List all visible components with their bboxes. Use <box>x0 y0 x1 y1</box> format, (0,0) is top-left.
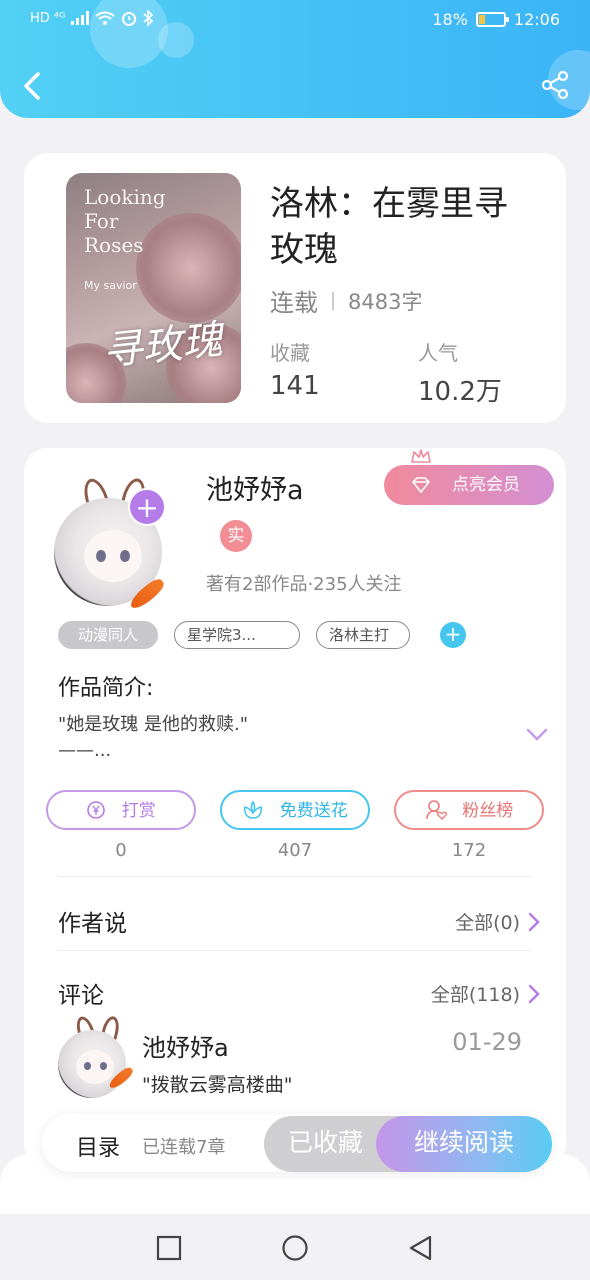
comment-text: "拨散云雾高楼曲" <box>142 1074 293 1096</box>
divider <box>58 876 532 877</box>
battery-icon <box>475 12 509 27</box>
avatar-eye <box>84 1062 91 1070</box>
add-tag-button[interactable]: + <box>440 622 466 648</box>
cover-title-en: Looking For Roses <box>84 185 166 257</box>
avatar-eye <box>96 550 106 562</box>
word-count: 8483字 <box>348 289 423 314</box>
continue-reading-button[interactable]: 继续阅读 <box>376 1116 552 1172</box>
book-cover[interactable]: Looking For Roses My savior 寻玫瑰 <box>66 173 241 403</box>
author-name: 池妤妤a <box>206 475 304 506</box>
home-icon[interactable] <box>281 1234 309 1262</box>
fans-rank-label: 粉丝榜 <box>462 801 514 821</box>
alarm-icon <box>122 12 137 26</box>
avatar-eye <box>100 1062 107 1070</box>
fans-count: 172 <box>451 840 487 861</box>
chevron-right-icon <box>528 912 540 931</box>
send-flower-button[interactable]: 免费送花 <box>220 790 370 830</box>
comment-avatar[interactable] <box>58 1014 135 1098</box>
avatar-face <box>84 530 142 582</box>
flower-count: 407 <box>277 840 313 861</box>
battery-percent: 18% <box>432 10 468 29</box>
network-label: HD ⁴ᴳ <box>30 10 66 26</box>
tip-button[interactable]: 打赏 <box>46 790 196 830</box>
avatar-face <box>76 1050 114 1084</box>
crown-icon <box>411 449 431 463</box>
chevron-down-icon[interactable] <box>526 728 548 742</box>
follow-plus-button[interactable]: + <box>128 488 166 526</box>
stat-value-popularity: 10.2万 <box>418 377 502 407</box>
tag-item[interactable]: 星学院3... <box>174 621 300 649</box>
avatar <box>58 1030 126 1098</box>
tag-item[interactable]: 洛林主打 <box>316 621 410 649</box>
intro-text: "她是玫瑰 是他的救赎." ——... <box>58 714 249 761</box>
fans-icon <box>425 799 447 820</box>
stat-label-popularity: 人气 <box>418 341 458 365</box>
comments-all-link[interactable]: 全部(118) <box>431 980 540 1007</box>
stat-value-collect: 141 <box>270 371 320 401</box>
flower-icon <box>244 800 263 819</box>
toc-chapter-count: 已连载7章 <box>142 1137 226 1158</box>
tip-count: 0 <box>115 840 127 861</box>
back-button[interactable] <box>16 66 50 106</box>
bluetooth-icon <box>143 10 154 26</box>
book-info-card: Looking For Roses My savior 寻玫瑰 洛林：在雾里寻玫… <box>24 153 566 423</box>
comments-link-label: 全部(118) <box>430 984 520 1006</box>
meta-divider <box>332 291 334 310</box>
header: HD ⁴ᴳ 18% 12:06 <box>0 0 590 118</box>
tag-item[interactable]: 动漫同人 <box>58 621 158 649</box>
author-card: + 池妤妤a 实 点亮会员 著有2部作品·235人关注 动漫同人 星学院3...… <box>24 448 566 1168</box>
signal-icon <box>71 11 90 25</box>
comment-date: 01-29 <box>452 1028 522 1056</box>
intro-title: 作品简介: <box>58 676 154 701</box>
author-says-title: 作者说 <box>58 911 127 937</box>
chevron-right-icon <box>528 984 540 1003</box>
vip-button[interactable]: 点亮会员 <box>384 465 554 505</box>
status-bar: HD ⁴ᴳ 18% 12:06 <box>0 8 590 34</box>
clock: 12:06 <box>513 10 560 29</box>
comment-user: 池妤妤a <box>142 1034 229 1062</box>
author-says-all-link[interactable]: 全部(0) <box>455 908 540 935</box>
cover-subtitle: My savior <box>84 279 137 292</box>
wifi-icon <box>95 11 116 25</box>
fans-rank-button[interactable]: 粉丝榜 <box>394 790 544 830</box>
system-nav-bar <box>0 1214 590 1280</box>
back-nav-icon[interactable] <box>407 1234 435 1262</box>
author-says-link-label: 全部(0) <box>455 912 520 934</box>
toc-button[interactable]: 目录 <box>76 1130 120 1162</box>
bottom-action-bar: 目录 已连载7章 已收藏 继续阅读 <box>42 1114 552 1172</box>
book-title: 洛林：在雾里寻玫瑰 <box>270 184 508 270</box>
vip-button-label: 点亮会员 <box>452 475 520 495</box>
yen-coin-icon <box>87 800 106 819</box>
verified-badge: 实 <box>220 520 252 552</box>
send-flower-label: 免费送花 <box>279 801 348 821</box>
avatar-eye <box>120 550 130 562</box>
diamond-icon <box>412 477 430 493</box>
comments-title: 评论 <box>58 983 104 1009</box>
divider <box>58 950 532 951</box>
tip-button-label: 打赏 <box>121 801 156 821</box>
author-summary: 著有2部作品·235人关注 <box>206 574 402 595</box>
tag-list: 动漫同人 星学院3... 洛林主打 + <box>58 621 466 649</box>
recent-apps-icon[interactable] <box>155 1234 183 1262</box>
book-status: 连载 <box>270 289 318 317</box>
share-button[interactable] <box>540 70 570 100</box>
stat-label-collect: 收藏 <box>270 341 310 365</box>
book-meta: 连载 8483字 <box>270 283 422 318</box>
